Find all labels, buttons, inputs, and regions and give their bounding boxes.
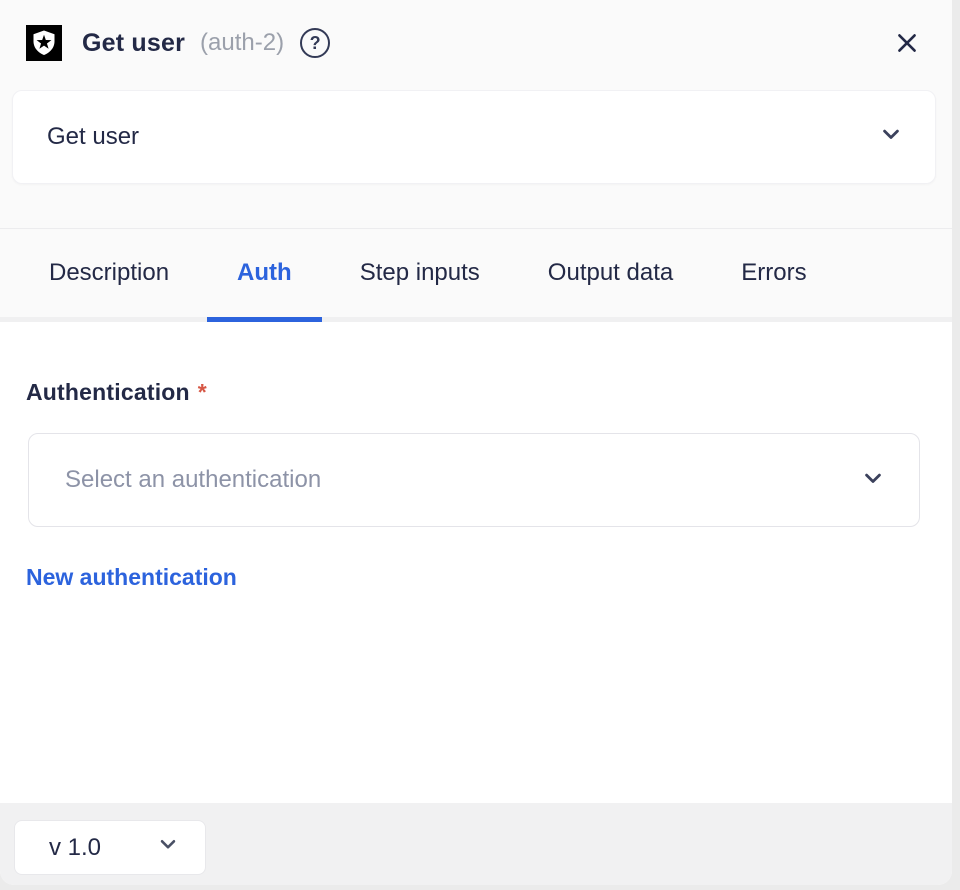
tab-description[interactable]: Description: [19, 229, 199, 317]
tab-output-data[interactable]: Output data: [518, 229, 703, 317]
version-label: v 1.0: [49, 834, 101, 862]
authentication-field-label: Authentication *: [26, 379, 920, 406]
auth0-logo-icon: [26, 25, 62, 61]
close-icon[interactable]: [894, 30, 920, 56]
top-section: Get user (auth-2) ? Get user: [0, 0, 952, 228]
chevron-down-icon: [877, 120, 905, 155]
action-dropdown[interactable]: Get user: [12, 90, 936, 184]
page-title: Get user: [82, 29, 185, 58]
tab-bar: Description Auth Step inputs Output data…: [0, 228, 952, 322]
auth-tab-content: Authentication * Select an authentication…: [0, 322, 952, 803]
authentication-select-placeholder: Select an authentication: [65, 466, 321, 494]
tab-step-inputs[interactable]: Step inputs: [330, 229, 510, 317]
version-dropdown[interactable]: v 1.0: [14, 820, 206, 875]
tab-auth[interactable]: Auth: [207, 229, 322, 317]
chevron-down-icon: [859, 464, 887, 497]
tab-errors[interactable]: Errors: [711, 229, 836, 317]
help-icon[interactable]: ?: [300, 28, 330, 58]
required-asterisk: *: [198, 379, 207, 405]
step-id-label: (auth-2): [200, 29, 284, 57]
action-config-panel: Get user (auth-2) ? Get user Description…: [0, 0, 952, 885]
new-authentication-link[interactable]: New authentication: [26, 564, 237, 591]
authentication-label-text: Authentication: [26, 379, 190, 405]
chevron-down-icon: [155, 831, 181, 864]
footer-bar: v 1.0: [0, 803, 952, 885]
authentication-select[interactable]: Select an authentication: [28, 433, 920, 527]
action-dropdown-value: Get user: [47, 123, 139, 151]
header: Get user (auth-2) ?: [0, 0, 952, 61]
